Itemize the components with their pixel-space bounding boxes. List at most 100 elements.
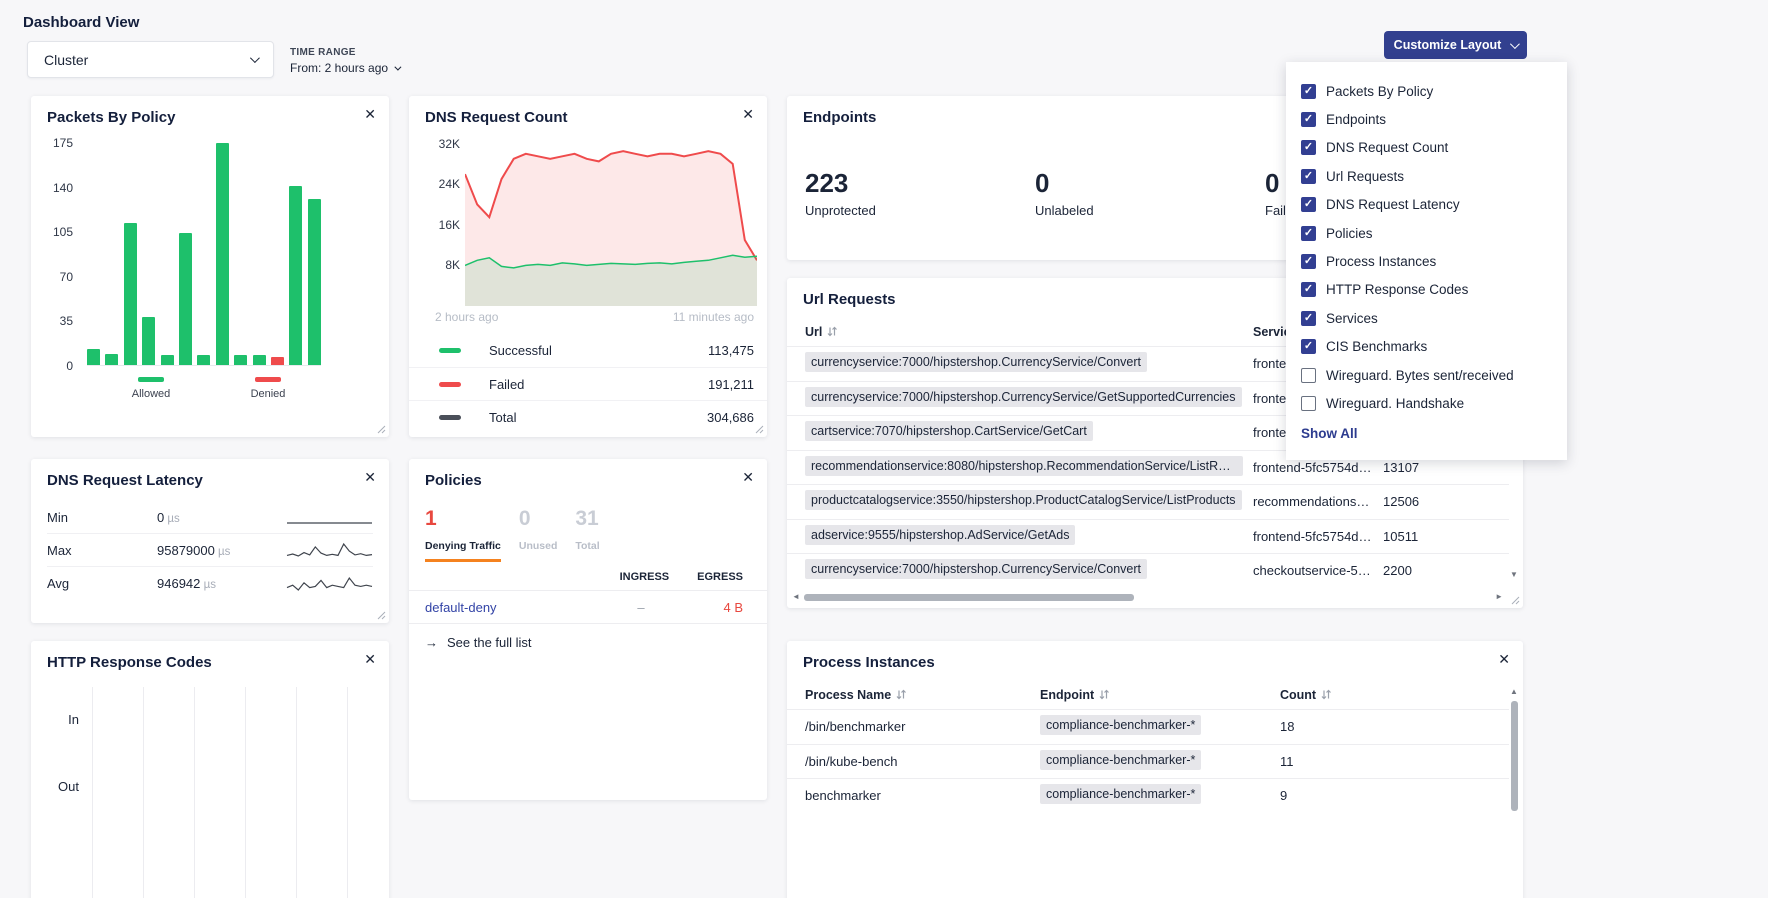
area-chart (465, 136, 757, 306)
process-name-cell: benchmarker (805, 788, 1040, 803)
checkbox-checked-icon[interactable]: ✓ (1301, 84, 1316, 99)
y-tick-label: 175 (45, 136, 73, 150)
legend-label: Successful (489, 343, 552, 358)
stat-value: 31 (575, 507, 599, 531)
bar-allowed (253, 355, 266, 365)
column-header[interactable]: Count (1280, 688, 1491, 702)
dashboard-page: Dashboard View Cluster TIME RANGE From: … (0, 0, 1768, 898)
endpoint-stat: 223Unprotected (805, 168, 1035, 218)
sort-icon[interactable] (896, 689, 906, 700)
url-cell: productcatalogservice:3550/hipstershop.P… (805, 490, 1253, 513)
horizontal-scrollbar[interactable]: ◄ ► (792, 591, 1503, 603)
resize-handle[interactable] (1511, 596, 1520, 605)
latency-value: 95879000 µs (157, 543, 230, 558)
table-row[interactable]: /bin/kube-benchcompliance-benchmarker-*1… (787, 744, 1509, 779)
url-cell: currencyservice:7000/hipstershop.Currenc… (805, 559, 1253, 582)
process-instances-table: Process NameEndpointCount/bin/benchmarke… (787, 681, 1509, 813)
y-tick-label: 140 (45, 181, 73, 195)
resize-handle[interactable] (377, 611, 386, 620)
close-icon[interactable]: ✕ (364, 652, 376, 666)
checkbox-checked-icon[interactable]: ✓ (1301, 311, 1316, 326)
customize-menu-item[interactable]: Wireguard. Bytes sent/received (1286, 361, 1567, 389)
checkbox-checked-icon[interactable]: ✓ (1301, 112, 1316, 127)
checkbox-checked-icon[interactable]: ✓ (1301, 226, 1316, 241)
bar-allowed (179, 233, 192, 365)
scroll-right-icon[interactable]: ► (1495, 592, 1503, 602)
checkbox-checked-icon[interactable]: ✓ (1301, 169, 1316, 184)
close-icon[interactable]: ✕ (742, 470, 754, 484)
chevron-down-icon (394, 63, 401, 70)
table-row[interactable]: productcatalogservice:3550/hipstershop.P… (787, 484, 1509, 519)
close-icon[interactable]: ✕ (1498, 652, 1510, 666)
policy-stat-unused[interactable]: 0 Unused (519, 507, 558, 562)
bar-allowed (308, 199, 321, 365)
sort-icon[interactable] (827, 326, 837, 337)
view-select-value: Cluster (44, 52, 88, 68)
policy-stat-denying[interactable]: 1 Denying Traffic (425, 507, 501, 562)
service-cell: recommendationse… (1253, 494, 1383, 509)
stat-label: Unused (519, 540, 558, 552)
legend-label: Total (489, 410, 516, 425)
menu-item-label: Wireguard. Handshake (1326, 396, 1464, 411)
card-title: Endpoints (803, 109, 876, 126)
column-header[interactable]: Url (805, 325, 1253, 339)
latency-row: Max95879000 µs (47, 534, 373, 567)
customize-menu-item[interactable]: Wireguard. Handshake (1286, 389, 1567, 417)
customize-menu-item[interactable]: ✓Url Requests (1286, 162, 1567, 190)
close-icon[interactable]: ✕ (742, 107, 754, 121)
bar-allowed (87, 349, 100, 365)
table-row[interactable]: adservice:9555/hipstershop.AdService/Get… (787, 519, 1509, 554)
customize-menu-item[interactable]: ✓Services (1286, 304, 1567, 332)
see-full-list-link[interactable]: → See the full list (425, 635, 532, 650)
scroll-left-icon[interactable]: ◄ (792, 592, 800, 602)
column-header[interactable]: Endpoint (1040, 688, 1280, 702)
card-title: DNS Request Latency (47, 472, 203, 489)
table-row[interactable]: /bin/benchmarkercompliance-benchmarker-*… (787, 709, 1509, 744)
resize-handle[interactable] (755, 425, 764, 434)
column-header[interactable]: Process Name (805, 688, 1040, 702)
menu-item-label: CIS Benchmarks (1326, 339, 1427, 354)
resize-handle[interactable] (377, 425, 386, 434)
scroll-down-icon[interactable]: ▼ (1510, 570, 1518, 580)
scrollbar-thumb[interactable] (804, 594, 1134, 601)
table-row[interactable]: currencyservice:7000/hipstershop.Currenc… (787, 553, 1509, 588)
http-codes-grid (92, 687, 349, 898)
url-value: recommendationservice:8080/hipstershop.R… (805, 456, 1243, 476)
latency-row: Avg946942 µs (47, 567, 373, 600)
customize-menu-item[interactable]: ✓HTTP Response Codes (1286, 276, 1567, 304)
checkbox-checked-icon[interactable]: ✓ (1301, 339, 1316, 354)
vertical-scrollbar[interactable]: ▲ (1508, 687, 1520, 898)
scroll-up-icon[interactable]: ▲ (1510, 687, 1518, 697)
card-process-instances: Process Instances ✕ Process NameEndpoint… (787, 641, 1523, 898)
checkbox-unchecked-icon[interactable] (1301, 396, 1316, 411)
customize-menu-item[interactable]: ✓Packets By Policy (1286, 77, 1567, 105)
sort-icon[interactable] (1321, 689, 1331, 700)
close-icon[interactable]: ✕ (364, 470, 376, 484)
policy-name-link[interactable]: default-deny (425, 600, 615, 615)
table-row[interactable]: benchmarkercompliance-benchmarker-*9 (787, 778, 1509, 813)
row-label-out: Out (39, 779, 79, 794)
checkbox-checked-icon[interactable]: ✓ (1301, 197, 1316, 212)
checkbox-checked-icon[interactable]: ✓ (1301, 254, 1316, 269)
scrollbar-thumb[interactable] (1511, 701, 1518, 811)
sort-icon[interactable] (1099, 689, 1109, 700)
checkbox-checked-icon[interactable]: ✓ (1301, 282, 1316, 297)
see-full-list-label: See the full list (447, 635, 532, 650)
customize-layout-button[interactable]: Customize Layout (1384, 31, 1527, 59)
policy-stat-total[interactable]: 31 Total (575, 507, 599, 562)
checkbox-checked-icon[interactable]: ✓ (1301, 140, 1316, 155)
card-title: HTTP Response Codes (47, 654, 212, 671)
customize-menu-item[interactable]: ✓Endpoints (1286, 105, 1567, 133)
time-range-value[interactable]: From: 2 hours ago (290, 61, 399, 75)
customize-menu-item[interactable]: ✓DNS Request Count (1286, 134, 1567, 162)
customize-menu-item[interactable]: ✓ Policies (1286, 219, 1567, 247)
view-select[interactable]: Cluster (27, 41, 274, 78)
menu-item-label: Policies (1326, 226, 1373, 241)
customize-menu-item[interactable]: ✓ CIS Benchmarks (1286, 333, 1567, 361)
show-all-link[interactable]: Show All (1301, 426, 1552, 441)
customize-menu-item[interactable]: ✓Process Instances (1286, 247, 1567, 275)
checkbox-unchecked-icon[interactable] (1301, 368, 1316, 383)
customize-menu-item[interactable]: ✓DNS Request Latency (1286, 191, 1567, 219)
policy-row[interactable]: default-deny – 4 B (409, 590, 767, 624)
legend-denied: Denied (238, 377, 298, 400)
